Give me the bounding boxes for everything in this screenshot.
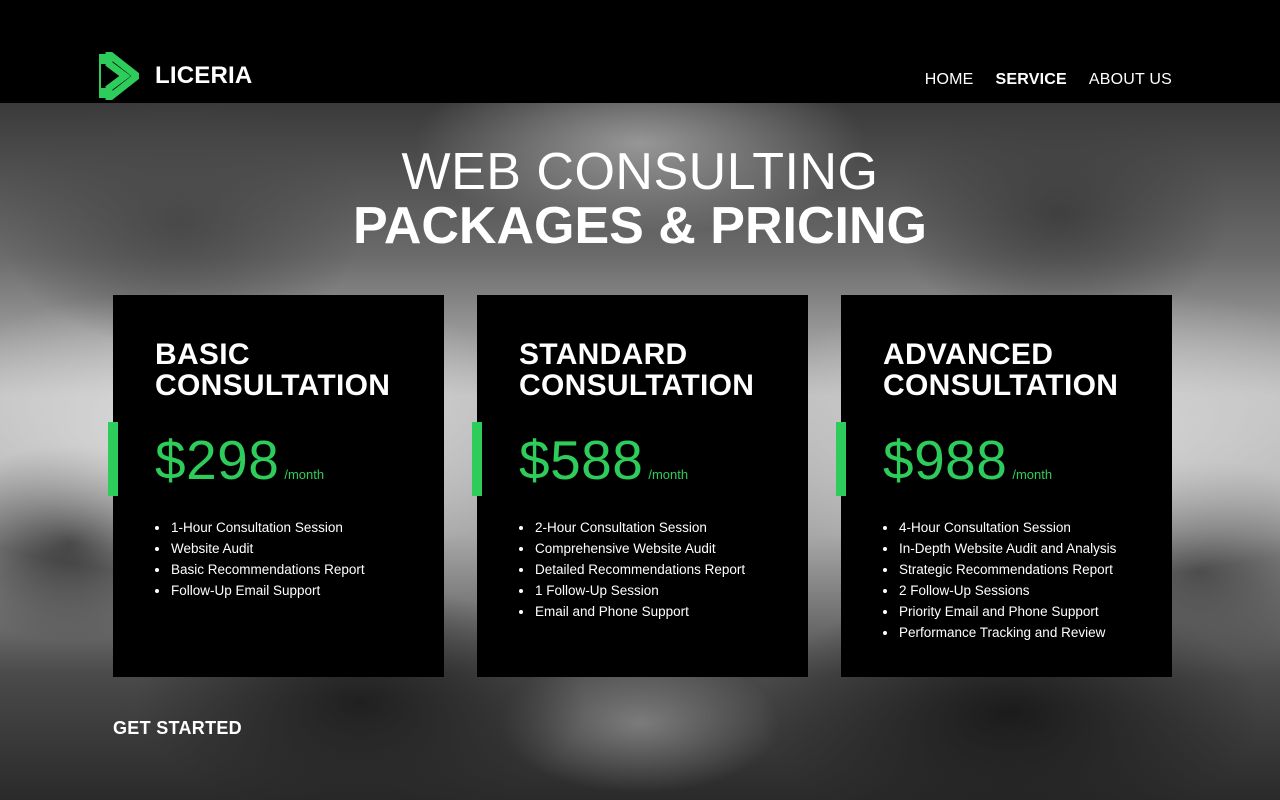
plan-title: STANDARD CONSULTATION — [519, 339, 754, 401]
plan-feature-list: 4-Hour Consultation Session In-Depth Web… — [898, 517, 1116, 643]
plan-period: /month — [1012, 467, 1053, 482]
plan-feature: In-Depth Website Audit and Analysis — [898, 538, 1116, 559]
plan-feature: Website Audit — [170, 538, 365, 559]
plan-price-row: $588 /month — [519, 425, 688, 495]
plan-feature: 4-Hour Consultation Session — [898, 517, 1116, 538]
plan-title-line-1: ADVANCED — [883, 338, 1054, 371]
plan-title-line-2: CONSULTATION — [155, 369, 391, 402]
nav-about-us[interactable]: ABOUT US — [1089, 70, 1172, 90]
liceria-logo-icon — [99, 52, 139, 100]
plan-price-row: $988 /month — [883, 425, 1052, 495]
plan-card-basic: BASIC CONSULTATION $298 /month 1-Hour Co… — [108, 295, 444, 677]
plan-period: /month — [284, 467, 325, 482]
plan-feature: 2-Hour Consultation Session — [534, 517, 745, 538]
plan-feature: Email and Phone Support — [534, 601, 745, 622]
plan-feature: Detailed Recommendations Report — [534, 559, 745, 580]
plan-feature: Comprehensive Website Audit — [534, 538, 745, 559]
plan-feature: Follow-Up Email Support — [170, 580, 365, 601]
plan-feature: Performance Tracking and Review — [898, 622, 1116, 643]
price-accent-bar — [836, 422, 846, 496]
plan-price-row: $298 /month — [155, 425, 324, 495]
plan-feature: Priority Email and Phone Support — [898, 601, 1116, 622]
brand-name: LICERIA — [155, 62, 253, 89]
plan-feature: Strategic Recommendations Report — [898, 559, 1116, 580]
plan-price: $298 — [155, 429, 280, 491]
plan-feature: Basic Recommendations Report — [170, 559, 365, 580]
plan-feature-list: 1-Hour Consultation Session Website Audi… — [170, 517, 365, 601]
plan-title-line-1: BASIC — [155, 338, 250, 371]
plan-feature: 1 Follow-Up Session — [534, 580, 745, 601]
brand-logo-link[interactable]: LICERIA — [97, 52, 252, 100]
hero-title-line-2: PACKAGES & PRICING — [353, 197, 927, 255]
plan-title-line-2: CONSULTATION — [519, 369, 755, 402]
plan-title-line-2: CONSULTATION — [883, 369, 1119, 402]
plan-feature-list: 2-Hour Consultation Session Comprehensiv… — [534, 517, 745, 622]
nav-service[interactable]: SERVICE — [996, 70, 1067, 90]
plan-card-standard: STANDARD CONSULTATION $588 /month 2-Hour… — [472, 295, 808, 677]
plan-card-advanced: ADVANCED CONSULTATION $988 /month 4-Hour… — [836, 295, 1172, 677]
main-nav: HOME SERVICE ABOUT US — [925, 70, 1172, 90]
pricing-page: LICERIA HOME SERVICE ABOUT US WEB CONSUL… — [0, 0, 1280, 800]
plan-period: /month — [648, 467, 689, 482]
hero-title-line-1: WEB CONSULTING — [401, 143, 879, 201]
price-accent-bar — [108, 422, 118, 496]
plan-feature: 2 Follow-Up Sessions — [898, 580, 1116, 601]
price-accent-bar — [472, 422, 482, 496]
plan-title: ADVANCED CONSULTATION — [883, 339, 1118, 401]
plan-title: BASIC CONSULTATION — [155, 339, 390, 401]
nav-home[interactable]: HOME — [925, 70, 974, 90]
plan-price: $588 — [519, 429, 644, 491]
plan-title-line-1: STANDARD — [519, 338, 688, 371]
plan-price: $988 — [883, 429, 1008, 491]
plan-feature: 1-Hour Consultation Session — [170, 517, 365, 538]
get-started-button[interactable]: GET STARTED — [113, 718, 242, 739]
site-header: LICERIA HOME SERVICE ABOUT US — [0, 0, 1280, 103]
